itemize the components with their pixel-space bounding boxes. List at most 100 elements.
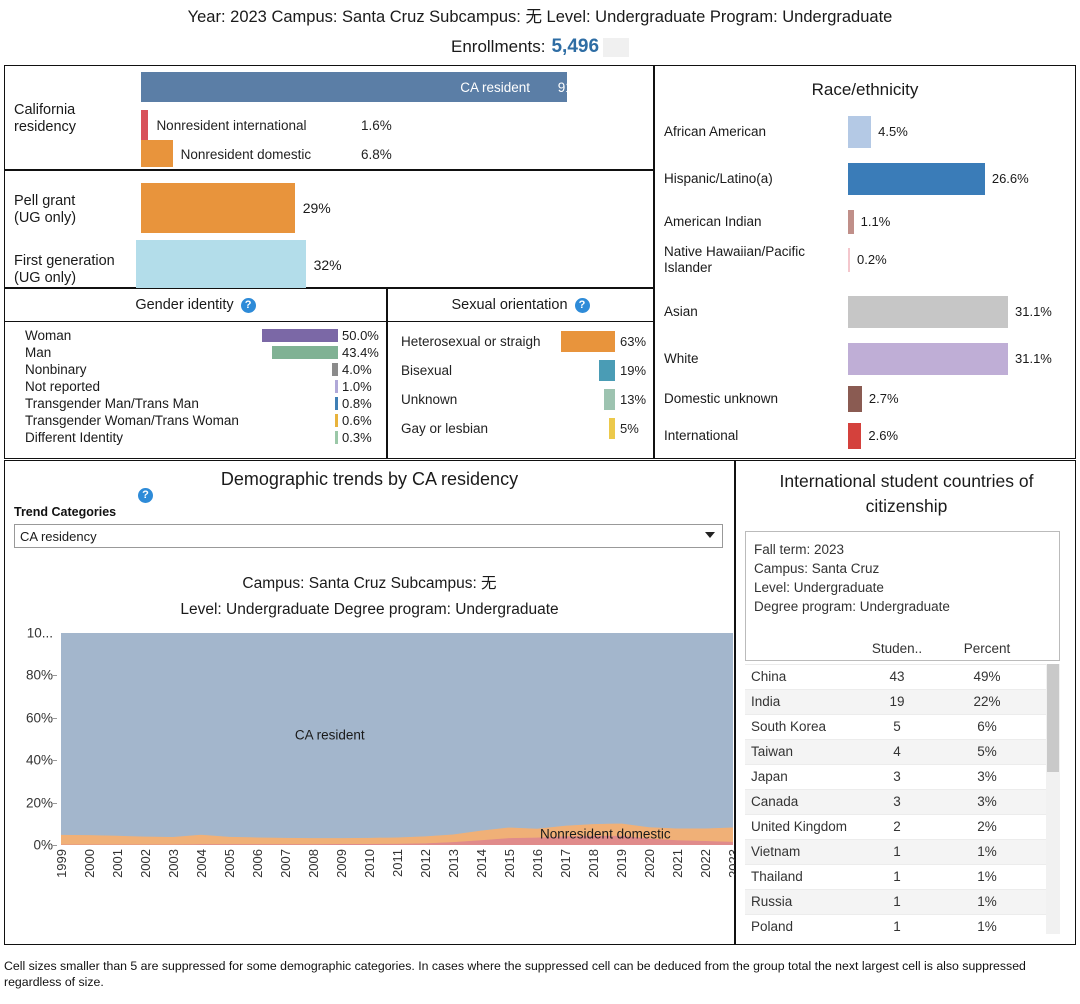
table-row[interactable]: Canada 3 3% <box>745 789 1060 814</box>
table-row[interactable]: Poland 1 1% <box>745 914 1060 934</box>
sexual-orientation-header: Sexual orientation ? <box>388 289 653 322</box>
gender-identity-row-value: 0.8% <box>342 396 372 411</box>
table-row[interactable]: Thailand 1 1% <box>745 864 1060 889</box>
table-cell-percent: 3% <box>977 794 997 809</box>
table-row[interactable]: Russia 1 1% <box>745 889 1060 914</box>
international-table[interactable]: China 43 49% India 19 22% South Korea 5 6% Taiwan… <box>745 664 1060 934</box>
race-ethnicity-row: Native Hawaiian/Pacific Islander 0.2% <box>655 244 1075 275</box>
column-header-students: Studen.. <box>871 641 923 656</box>
x-axis-tick-label: 2006 <box>250 849 265 878</box>
sexual-orientation-row-value: 19% <box>620 363 647 378</box>
x-axis-tick-label: 2015 <box>502 849 517 878</box>
gender-identity-row: Transgender Man/Trans Man 0.8% <box>5 395 386 412</box>
trends-subtitle-line1: Campus: Santa Cruz Subcampus: 无 <box>242 575 497 592</box>
race-ethnicity-bar[interactable] <box>848 423 862 449</box>
gender-identity-row-value: 4.0% <box>342 362 372 377</box>
race-ethnicity-row-label: Hispanic/Latino(a) <box>664 171 773 186</box>
sexual-orientation-bar[interactable] <box>561 331 615 352</box>
table-cell-students: 2 <box>893 819 901 834</box>
help-icon[interactable]: ? <box>574 297 590 313</box>
x-axis-tick-label: 2021 <box>670 849 685 878</box>
residency-row-label: Nonresident international <box>156 118 307 133</box>
race-ethnicity-row-value: 31.1% <box>1015 304 1052 319</box>
gender-identity-row-label: Different Identity <box>25 430 124 445</box>
x-axis-tick-label: 2010 <box>362 849 377 878</box>
trends-y-axis: 10... 80% 60% 40% 20% 0% <box>9 626 57 853</box>
race-ethnicity-row: Asian 31.1% <box>655 294 1075 330</box>
race-ethnicity-bar[interactable] <box>848 296 1008 328</box>
y-axis-tick-label: 10... <box>26 625 53 641</box>
table-cell-country: Poland <box>751 919 794 934</box>
residency-bar[interactable] <box>141 140 173 167</box>
sexual-orientation-bar[interactable] <box>603 389 615 410</box>
pell-bar-value: 29% <box>302 200 331 216</box>
race-ethnicity-row: African American 4.5% <box>655 114 1075 150</box>
international-filter-line: Fall term: 2023 <box>754 542 845 557</box>
table-row[interactable]: Taiwan 4 5% <box>745 739 1060 764</box>
table-cell-students: 3 <box>893 769 901 784</box>
table-cell-percent: 2% <box>977 819 997 834</box>
gender-identity-row-label: Not reported <box>25 379 101 394</box>
table-row[interactable]: India 19 22% <box>745 689 1060 714</box>
table-cell-country: Vietnam <box>751 844 801 859</box>
pell-bar[interactable] <box>141 183 295 233</box>
international-title: International student countries of citiz… <box>746 469 1067 519</box>
gender-identity-bar[interactable] <box>335 397 338 410</box>
table-row[interactable]: United Kingdom 2 2% <box>745 814 1060 839</box>
gender-identity-row-value: 1.0% <box>342 379 372 394</box>
sexual-orientation-row-label: Gay or lesbian <box>401 421 489 436</box>
gender-identity-row-label: Man <box>25 345 52 360</box>
gender-identity-bar[interactable] <box>262 329 338 342</box>
race-ethnicity-bar[interactable] <box>848 343 1008 375</box>
y-axis-tick-label: 60% <box>25 710 53 726</box>
table-cell-country: United Kingdom <box>751 819 848 834</box>
table-row[interactable]: China 43 49% <box>745 664 1060 689</box>
trends-title: Demographic trends by CA residency <box>220 469 519 489</box>
race-ethnicity-bar[interactable] <box>848 248 850 272</box>
x-axis-tick-label: 1999 <box>54 849 69 878</box>
race-ethnicity-bar[interactable] <box>848 210 854 234</box>
race-ethnicity-bar[interactable] <box>848 163 985 195</box>
gender-identity-bar[interactable] <box>335 380 338 393</box>
race-ethnicity-bar[interactable] <box>848 116 872 148</box>
sexual-orientation-bar[interactable] <box>609 418 615 439</box>
table-cell-country: Russia <box>751 894 793 909</box>
gender-identity-row: Woman 50.0% <box>5 327 386 344</box>
residency-bar[interactable] <box>141 110 149 140</box>
pell-row-label-line2: (UG only) <box>14 270 77 286</box>
table-row[interactable]: Vietnam 1 1% <box>745 839 1060 864</box>
help-icon[interactable]: ? <box>138 488 153 504</box>
x-axis-tick-label: 2004 <box>194 849 209 878</box>
international-table-header: Studen.. Percent <box>745 641 1060 665</box>
gender-identity-bar[interactable] <box>335 414 338 427</box>
table-cell-percent: 22% <box>973 694 1001 709</box>
x-axis-tick-label: 2016 <box>530 849 545 878</box>
table-cell-percent: 1% <box>977 869 997 884</box>
table-row[interactable]: Japan 3 3% <box>745 764 1060 789</box>
table-row[interactable]: South Korea 5 6% <box>745 714 1060 739</box>
gender-identity-bar[interactable] <box>335 431 338 444</box>
table-cell-country: China <box>751 669 787 684</box>
race-ethnicity-row-label: American Indian <box>664 214 762 229</box>
trends-help-icon-wrap: ? <box>138 487 153 505</box>
pell-bar[interactable] <box>136 240 306 290</box>
residency-row-label: Nonresident domestic <box>180 146 312 162</box>
table-cell-country: India <box>751 694 781 709</box>
table-cell-percent: 6% <box>977 719 997 734</box>
gender-identity-bar[interactable] <box>272 346 338 359</box>
help-icon[interactable]: ? <box>240 297 256 313</box>
race-ethnicity-bar[interactable] <box>848 386 862 412</box>
international-countries-panel: International student countries of citiz… <box>735 460 1076 945</box>
sexual-orientation-bar[interactable] <box>598 360 615 381</box>
trend-categories-selected-value: CA residency <box>20 528 97 544</box>
chevron-down-icon[interactable] <box>705 532 715 538</box>
dashboard-page: Year: 2023 Campus: Santa Cruz Subcampus:… <box>0 0 1080 1004</box>
gender-identity-bar[interactable] <box>331 363 338 376</box>
race-ethnicity-row: International 2.6% <box>655 421 1075 451</box>
gender-identity-header: Gender identity ? <box>5 289 386 322</box>
trend-categories-select[interactable]: CA residency <box>14 524 723 548</box>
table-scrollbar[interactable] <box>1046 664 1060 934</box>
table-scrollbar-thumb[interactable] <box>1047 664 1059 772</box>
x-axis-tick-label: 2012 <box>418 849 433 878</box>
race-ethnicity-row-value: 2.6% <box>868 428 899 443</box>
